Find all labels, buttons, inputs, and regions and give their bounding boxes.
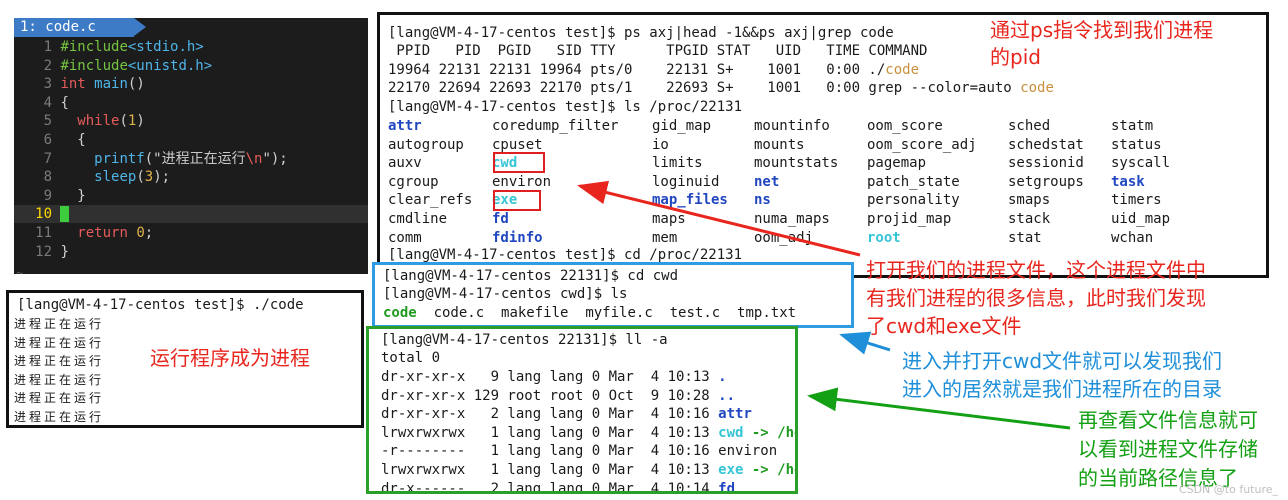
arrow-to-cwd-exe <box>577 180 861 257</box>
annotation-run-program: 运行程序成为进程 <box>150 346 310 370</box>
watermark: CSDN @to future_ <box>1178 483 1278 496</box>
annotation-enter-cwd: 进入并打开cwd文件就可以发现我们 进入的居然就是我们进程所在的目录 <box>902 349 1223 401</box>
annotation-find-pid: 通过ps指令找到我们进程 的pid <box>990 18 1214 69</box>
annotation-file-info: 再查看文件信息就可 以看到进程文件存储 的当前路径信息了 <box>1078 408 1258 490</box>
annotation-open-proc: 打开我们的进程文件，这个进程文件中 有我们进程的很多信息，此时我们发现 了cwd… <box>866 258 1206 338</box>
